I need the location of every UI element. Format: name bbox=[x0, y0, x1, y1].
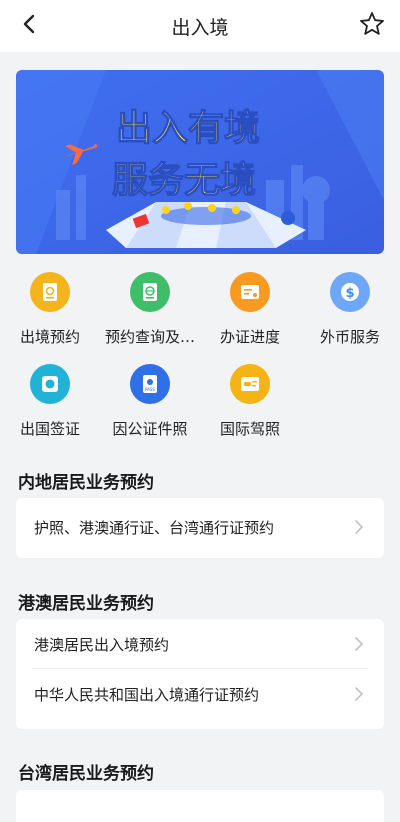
service-label: 出境预约 bbox=[19, 328, 80, 346]
banner-slogan-line2: 服务无境 bbox=[112, 160, 256, 201]
dollar-icon: $ bbox=[330, 272, 370, 312]
service-label: 预约查询及… bbox=[104, 328, 195, 346]
list-item[interactable]: 护照、港澳通行证、台湾通行证预约 bbox=[32, 502, 368, 552]
service-appointment-query[interactable]: 预约查询及… bbox=[100, 262, 200, 352]
service-label: 办证进度 bbox=[219, 328, 280, 346]
visa-icon bbox=[30, 364, 70, 404]
chevron-right-icon bbox=[355, 520, 364, 534]
service-label: 出国签证 bbox=[19, 420, 80, 438]
service-visa[interactable]: 出国签证 bbox=[0, 354, 100, 444]
service-label: 国际驾照 bbox=[219, 420, 280, 438]
chevron-right-icon bbox=[355, 687, 364, 701]
favorite-star-icon[interactable] bbox=[358, 10, 386, 38]
service-progress[interactable]: 办证进度 bbox=[200, 262, 300, 352]
promo-banner[interactable]: 出入有境 服务无境 bbox=[16, 70, 384, 254]
service-label: 因公证件照 bbox=[112, 420, 188, 438]
svg-text:$: $ bbox=[345, 286, 354, 301]
chevron-right-icon bbox=[355, 637, 364, 651]
passport-icon bbox=[30, 272, 70, 312]
service-exit-appointment[interactable]: 出境预约 bbox=[0, 262, 100, 352]
list-item-label: 护照、港澳通行证、台湾通行证预约 bbox=[34, 519, 275, 537]
driver-license-icon bbox=[230, 364, 270, 404]
service-foreign-currency[interactable]: $ 外币服务 bbox=[300, 262, 400, 352]
top-nav-bar: 出入境 bbox=[0, 0, 400, 52]
section-title-mainland: 内地居民业务预约 bbox=[18, 473, 154, 493]
list-item[interactable]: 中华人民共和国出入境通行证预约 bbox=[32, 669, 368, 719]
list-item-label: 中华人民共和国出入境通行证预约 bbox=[34, 686, 260, 704]
service-official-photo[interactable]: PASS 因公证件照 bbox=[100, 354, 200, 444]
section-card-taiwan bbox=[16, 790, 384, 822]
progress-card-icon bbox=[230, 272, 270, 312]
section-card-mainland: 护照、港澳通行证、台湾通行证预约 bbox=[16, 498, 384, 558]
list-item-label: 港澳居民出入境预约 bbox=[34, 636, 170, 654]
list-item[interactable]: 港澳居民出入境预约 bbox=[32, 619, 368, 669]
service-intl-license[interactable]: 国际驾照 bbox=[200, 354, 300, 444]
service-label: 外币服务 bbox=[319, 328, 380, 346]
passport-globe-icon bbox=[130, 272, 170, 312]
section-card-hk-macao: 港澳居民出入境预约 中华人民共和国出入境通行证预约 bbox=[16, 619, 384, 729]
page-title: 出入境 bbox=[171, 17, 229, 39]
official-passport-icon: PASS bbox=[130, 364, 170, 404]
svg-text:PASS: PASS bbox=[145, 387, 155, 392]
section-title-taiwan: 台湾居民业务预约 bbox=[18, 764, 154, 784]
banner-slogan-line1: 出入有境 bbox=[116, 108, 260, 149]
section-title-hk-macao: 港澳居民业务预约 bbox=[18, 594, 154, 614]
